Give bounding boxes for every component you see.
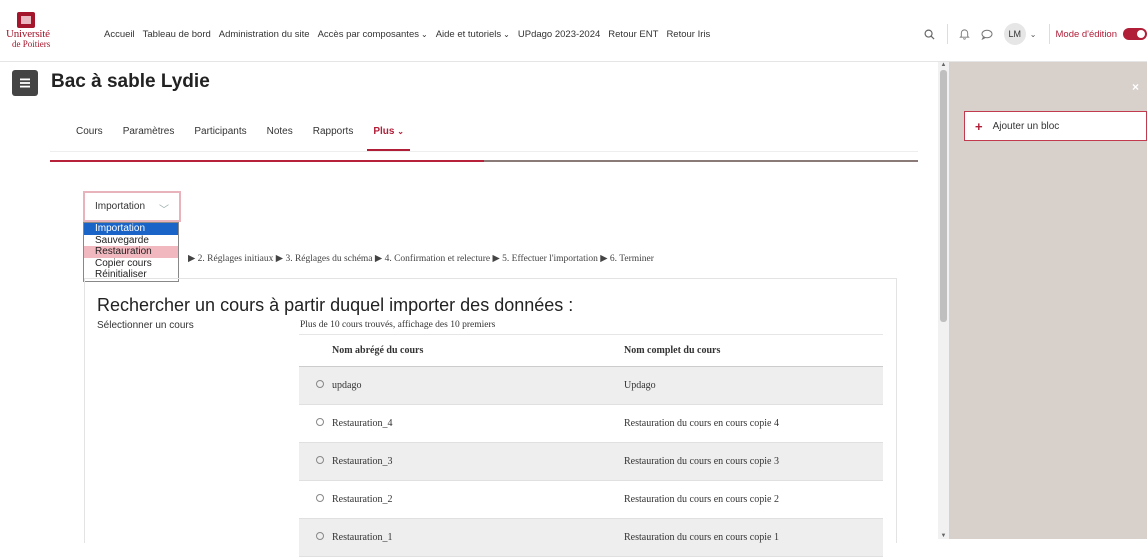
page-scrollbar[interactable]: ▲ ▼ <box>938 62 949 539</box>
tab-parametres[interactable]: Paramètres <box>123 126 175 137</box>
table-row[interactable]: updago Updago <box>299 366 883 405</box>
import-steps-breadcrumb: ▶ 2. Réglages initiaux ▶ 3. Réglages du … <box>188 254 654 264</box>
cell-short-name: Restauration_4 <box>328 404 624 443</box>
logo-line2: de Poitiers <box>12 39 51 49</box>
edit-mode-label: Mode d'édition <box>1055 28 1118 40</box>
course-radio[interactable] <box>315 418 324 426</box>
radio-cell <box>299 366 328 405</box>
nav-item-composantes[interactable]: Accès par composantes ⌄ <box>318 29 428 40</box>
university-logo[interactable]: Université de Poitiers <box>6 12 50 52</box>
crest-icon <box>17 12 35 28</box>
cell-short-name: Restauration_1 <box>328 518 624 557</box>
nav-item-retour-iris[interactable]: Retour Iris <box>666 29 710 40</box>
nav-item-updago[interactable]: UPdago 2023-2024 <box>518 29 600 40</box>
progress-line-inactive <box>484 160 918 162</box>
course-radio[interactable] <box>315 456 324 464</box>
search-icon[interactable] <box>919 23 941 45</box>
cell-full-name: Restauration du cours en cours copie 2 <box>624 480 883 519</box>
add-block-button[interactable]: + Ajouter un bloc <box>964 111 1147 141</box>
add-block-label: Ajouter un bloc <box>992 120 1060 132</box>
header-select-column <box>299 334 328 367</box>
nav-item-accueil[interactable]: Accueil <box>104 29 135 40</box>
table-row[interactable]: Restauration_3 Restauration du cours en … <box>299 442 883 481</box>
progress-line-active <box>50 160 484 162</box>
radio-cell <box>299 518 328 557</box>
column-header-short-name[interactable]: Nom abrégé du cours <box>328 334 624 367</box>
option-copier-cours[interactable]: Copier cours <box>84 258 178 270</box>
message-icon[interactable] <box>976 23 998 45</box>
nav-item-tableau-de-bord[interactable]: Tableau de bord <box>143 29 211 40</box>
cell-short-name: Restauration_2 <box>328 480 624 519</box>
block-drawer: × + Ajouter un bloc <box>949 62 1147 539</box>
course-radio[interactable] <box>315 380 324 388</box>
table-row[interactable]: Restauration_2 Restauration du cours en … <box>299 480 883 519</box>
action-select[interactable]: Importation ﹀ <box>83 191 181 222</box>
page-title: Bac à sable Lydie <box>51 71 210 92</box>
avatar[interactable]: LM <box>1003 23 1026 45</box>
user-toolbar: LM ⌄ Mode d'édition <box>919 22 1147 46</box>
plus-icon: + <box>975 118 983 134</box>
action-select-options: Importation Sauvegarde Restauration Copi… <box>83 222 179 282</box>
option-sauvegarde[interactable]: Sauvegarde <box>84 235 178 247</box>
nav-item-composantes-label: Accès par composantes <box>317 29 419 40</box>
divider <box>946 24 948 44</box>
primary-nav: Accueil Tableau de bord Administration d… <box>104 29 710 40</box>
nav-item-aide[interactable]: Aide et tutoriels ⌄ <box>436 29 510 40</box>
table-row[interactable]: Restauration_4 Restauration du cours en … <box>299 404 883 443</box>
divider <box>1048 24 1050 44</box>
cell-short-name: updago <box>328 366 624 405</box>
list-icon <box>20 78 30 88</box>
bell-icon[interactable] <box>954 23 976 45</box>
results-count-text: Plus de 10 cours trouvés, affichage des … <box>300 320 496 330</box>
nav-item-retour-ent[interactable]: Retour ENT <box>608 29 658 40</box>
cell-full-name: Restauration du cours en cours copie 3 <box>624 442 883 481</box>
cell-short-name: Restauration_3 <box>328 442 624 481</box>
tab-participants[interactable]: Participants <box>194 126 246 137</box>
course-index-toggle-button[interactable] <box>12 70 38 96</box>
chevron-down-icon: ﹀ <box>159 205 169 216</box>
chevron-down-icon: ⌄ <box>503 30 510 39</box>
chevron-down-icon: ⌄ <box>420 30 428 39</box>
tab-notes[interactable]: Notes <box>267 126 293 137</box>
nav-item-administration[interactable]: Administration du site <box>219 29 310 40</box>
column-header-full-name[interactable]: Nom complet du cours <box>624 334 883 367</box>
chevron-down-icon: ⌄ <box>397 127 404 136</box>
nav-item-aide-label: Aide et tutoriels <box>435 29 502 40</box>
scroll-thumb[interactable] <box>940 70 947 322</box>
tab-rapports[interactable]: Rapports <box>313 126 354 137</box>
cell-full-name: Restauration du cours en cours copie 1 <box>624 518 883 557</box>
cell-full-name: Restauration du cours en cours copie 4 <box>624 404 883 443</box>
radio-cell <box>299 442 328 481</box>
course-table: Nom abrégé du cours Nom complet du cours… <box>299 334 883 557</box>
chevron-down-icon[interactable]: ⌄ <box>1030 30 1037 39</box>
option-restauration[interactable]: Restauration <box>84 246 178 258</box>
table-row[interactable]: Restauration_1 Restauration du cours en … <box>299 518 883 557</box>
select-course-label: Sélectionner un cours <box>97 320 194 331</box>
edit-mode-toggle[interactable] <box>1123 28 1147 40</box>
option-importation[interactable]: Importation <box>84 223 178 235</box>
tab-plus[interactable]: Plus ⌄ <box>367 126 410 151</box>
radio-cell <box>299 404 328 443</box>
scroll-up-arrow-icon[interactable]: ▲ <box>940 62 947 68</box>
course-secondary-nav: Cours Paramètres Participants Notes Rapp… <box>50 112 918 152</box>
tab-cours[interactable]: Cours <box>76 126 103 137</box>
cell-full-name: Updago <box>624 366 883 405</box>
action-select-value: Importation <box>95 201 146 212</box>
tab-plus-label: Plus <box>373 126 395 137</box>
table-header-row: Nom abrégé du cours Nom complet du cours <box>299 334 883 367</box>
top-navbar: Université de Poitiers Accueil Tableau d… <box>0 0 1147 62</box>
course-radio[interactable] <box>315 494 324 502</box>
scroll-down-arrow-icon[interactable]: ▼ <box>940 533 947 539</box>
section-title: Rechercher un cours à partir duquel impo… <box>97 295 574 315</box>
radio-cell <box>299 480 328 519</box>
close-icon[interactable]: × <box>1132 80 1139 94</box>
